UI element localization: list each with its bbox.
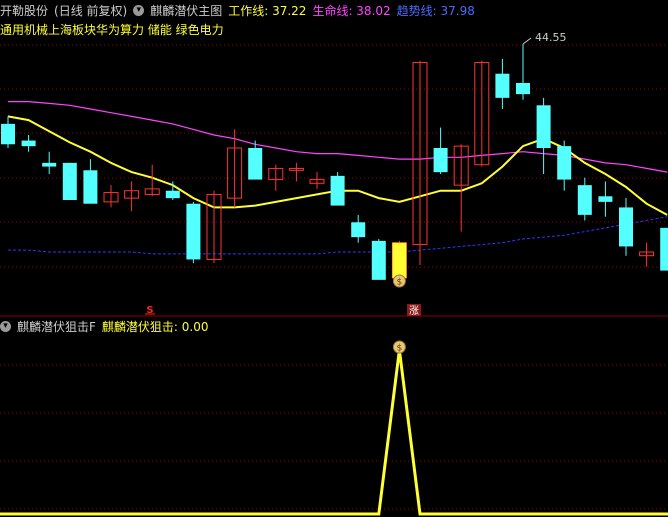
candle-body: [598, 196, 613, 202]
candle-down: [1, 116, 15, 148]
candle-body: [1, 123, 15, 145]
candle-body: [330, 175, 345, 206]
candle-body: [83, 170, 98, 204]
peak-label: 44.55: [535, 31, 567, 44]
candle-down: [577, 177, 592, 221]
candle-body: [165, 190, 180, 199]
signal-candle: [392, 242, 407, 278]
candle-down: [351, 214, 366, 243]
sniper-coin-icon: $: [392, 340, 406, 354]
candle-body: [577, 185, 592, 215]
candle-down: [62, 162, 77, 200]
peak-pointer: [522, 37, 532, 45]
candle-down: [433, 127, 448, 174]
candle-down: [330, 172, 345, 206]
candle-body: [248, 148, 263, 180]
candle-up: [309, 172, 325, 189]
candle-down: [21, 135, 36, 152]
candle-down: [248, 140, 263, 180]
candle-down: [186, 201, 201, 264]
candle-body: [557, 146, 572, 180]
candle-body: [42, 162, 57, 167]
candlestick-chart[interactable]: $44.55S 涨$: [0, 0, 668, 517]
candle-body: [660, 227, 668, 271]
candle-up: [639, 242, 655, 267]
candle-body: [371, 240, 386, 280]
candle-up: [227, 129, 243, 208]
candle-up: [412, 60, 428, 265]
candle-body: [186, 203, 201, 260]
candle-body: [536, 105, 551, 148]
coin-glyph: $: [397, 344, 403, 354]
candle-down: [495, 58, 510, 109]
candle-down: [660, 227, 668, 271]
coin-icon: $: [392, 274, 406, 288]
candle-body: [433, 148, 448, 173]
candle-up: [206, 190, 222, 264]
candle-up: [288, 162, 304, 182]
candle-down: [536, 97, 551, 174]
candle-down: [598, 181, 613, 217]
candle-down: [42, 151, 57, 174]
candle-down: [516, 44, 530, 100]
candle-body: [495, 73, 510, 98]
candle-body: [619, 207, 633, 247]
candle-down: [619, 198, 633, 256]
candle-down: [371, 239, 386, 280]
coin-glyph: $: [397, 278, 403, 288]
candle-down: [83, 159, 98, 204]
candle-body: [62, 162, 77, 200]
candle-up: [474, 60, 490, 167]
candle-body: [21, 140, 36, 147]
candle-body: [516, 83, 530, 95]
zhang-marker: 涨: [409, 305, 419, 317]
candle-down: [557, 140, 572, 191]
candle-up: [103, 185, 119, 208]
candle-body: [351, 222, 366, 238]
candle-up: [124, 181, 140, 212]
sniper-line: [0, 349, 668, 516]
